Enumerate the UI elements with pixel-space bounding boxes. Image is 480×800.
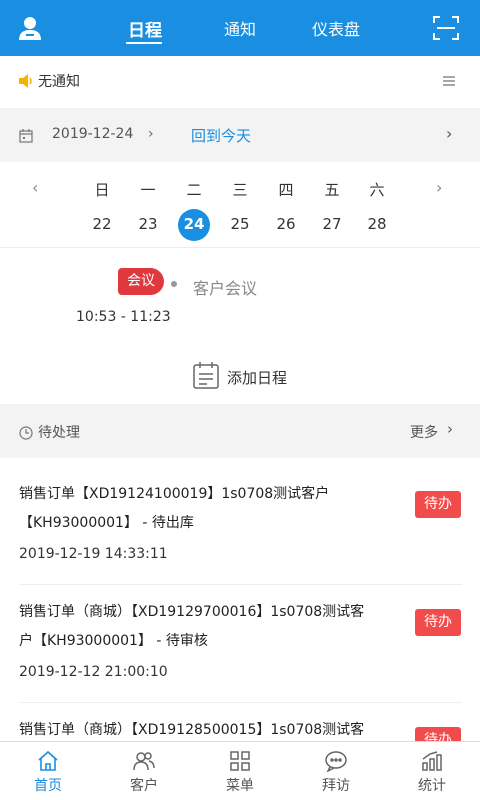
calendar-icon <box>19 128 33 143</box>
clock-icon <box>19 425 33 440</box>
weekday-label: 二 <box>186 181 202 199</box>
item-timestamp: 2019-12-19 14:33:11 <box>19 546 168 562</box>
list-menu-icon[interactable] <box>442 73 456 87</box>
weekday-label: 五 <box>324 181 340 199</box>
weekday-label: 四 <box>278 181 294 199</box>
bar-chart-icon <box>420 750 444 772</box>
customers-icon <box>132 750 156 772</box>
item-title-line: 销售订单（商城）【XD19129700016】1s0708测试客 <box>19 604 365 620</box>
pending-header: 待处理 更多 › <box>0 404 480 458</box>
nav-label: 客户 <box>130 778 158 794</box>
chevron-right-icon[interactable]: › <box>446 124 452 143</box>
nav-visits[interactable]: 拜访 <box>288 742 384 800</box>
notice-text: 无通知 <box>38 74 80 90</box>
chevron-right-icon[interactable]: › <box>148 126 154 142</box>
event-tag: 会议 <box>118 268 164 295</box>
item-title-line: 销售订单【XD19124100019】1s0708测试客户 <box>19 486 330 502</box>
weekday-label: 三 <box>232 181 248 199</box>
pending-list-item[interactable]: 销售订单（商城）【XD19129700016】1s0708测试客 户【KH930… <box>0 588 480 702</box>
grid-menu-icon <box>228 750 252 772</box>
home-icon <box>36 750 60 772</box>
divider <box>19 584 462 585</box>
status-badge: 待办 <box>415 609 461 636</box>
weekday-label: 日 <box>94 181 110 199</box>
nav-label: 首页 <box>34 778 62 794</box>
top-bar: 日程 通知 仪表盘 <box>0 0 480 56</box>
bottom-nav: 首页 客户 菜单 拜访 统计 <box>0 741 480 800</box>
speaker-icon <box>18 73 34 88</box>
active-tab-indicator <box>126 42 162 44</box>
chat-bubble-icon <box>324 750 348 773</box>
chevron-right-icon[interactable]: › <box>436 178 442 197</box>
status-badge: 待办 <box>415 491 461 518</box>
item-title-line: 户【KH93000001】 - 待审核 <box>19 633 208 649</box>
item-timestamp: 2019-12-12 21:00:10 <box>19 664 168 680</box>
notice-bar: 无通知 <box>0 56 480 106</box>
weekday-label: 一 <box>140 181 156 199</box>
chevron-right-icon[interactable]: › <box>447 420 453 438</box>
nav-label: 统计 <box>418 778 446 794</box>
day-cell[interactable]: 28 <box>361 215 393 233</box>
week-strip: ‹ 日 一 二 三 四 五 六 › <box>0 162 480 248</box>
item-title-line: 【KH93000001】 - 待出库 <box>19 515 194 531</box>
nav-label: 菜单 <box>226 778 254 794</box>
tab-dashboard[interactable]: 仪表盘 <box>312 16 360 40</box>
chevron-left-icon[interactable]: ‹ <box>32 178 38 197</box>
status-badge: 待办 <box>415 727 461 741</box>
back-to-today-link[interactable]: 回到今天 <box>191 125 251 146</box>
nav-home[interactable]: 首页 <box>0 742 96 800</box>
day-cell-selected[interactable]: 24 <box>178 215 210 233</box>
event-time: 10:53 - 11:23 <box>76 309 171 325</box>
divider <box>19 702 462 703</box>
more-link[interactable]: 更多 <box>410 422 438 442</box>
add-schedule-label: 添加日程 <box>227 369 288 387</box>
item-title-line: 销售订单（商城）【XD19128500015】1s0708测试客 <box>19 722 365 738</box>
nav-label: 拜访 <box>322 778 350 794</box>
tab-notifications[interactable]: 通知 <box>224 16 256 40</box>
weekday-label: 六 <box>369 181 385 199</box>
day-cell[interactable]: 26 <box>270 215 302 233</box>
pending-title: 待处理 <box>38 425 80 441</box>
current-date[interactable]: 2019-12-24 <box>52 126 133 142</box>
day-cell[interactable]: 25 <box>224 215 256 233</box>
pending-list-item[interactable]: 销售订单【XD19124100019】1s0708测试客户 【KH9300000… <box>0 470 480 584</box>
day-cell[interactable]: 27 <box>316 215 348 233</box>
nav-menu[interactable]: 菜单 <box>192 742 288 800</box>
calendar-add-icon <box>193 362 219 389</box>
day-cell[interactable]: 23 <box>132 215 164 233</box>
event-title[interactable]: 客户会议 <box>193 275 257 299</box>
nav-statistics[interactable]: 统计 <box>384 742 480 800</box>
user-avatar-icon[interactable] <box>16 14 44 42</box>
scan-icon[interactable] <box>433 16 459 40</box>
pending-list-item[interactable]: 销售订单（商城）【XD19128500015】1s0708测试客 待办 <box>0 706 480 741</box>
timeline-dot <box>171 281 177 287</box>
day-cell[interactable]: 22 <box>86 215 118 233</box>
tab-schedule[interactable]: 日程 <box>128 16 162 41</box>
header-tabs: 日程 通知 仪表盘 <box>100 0 400 56</box>
nav-customers[interactable]: 客户 <box>96 742 192 800</box>
add-schedule-button[interactable]: 添加日程 <box>193 362 323 390</box>
date-bar: 2019-12-24 › 回到今天 › <box>0 108 480 162</box>
